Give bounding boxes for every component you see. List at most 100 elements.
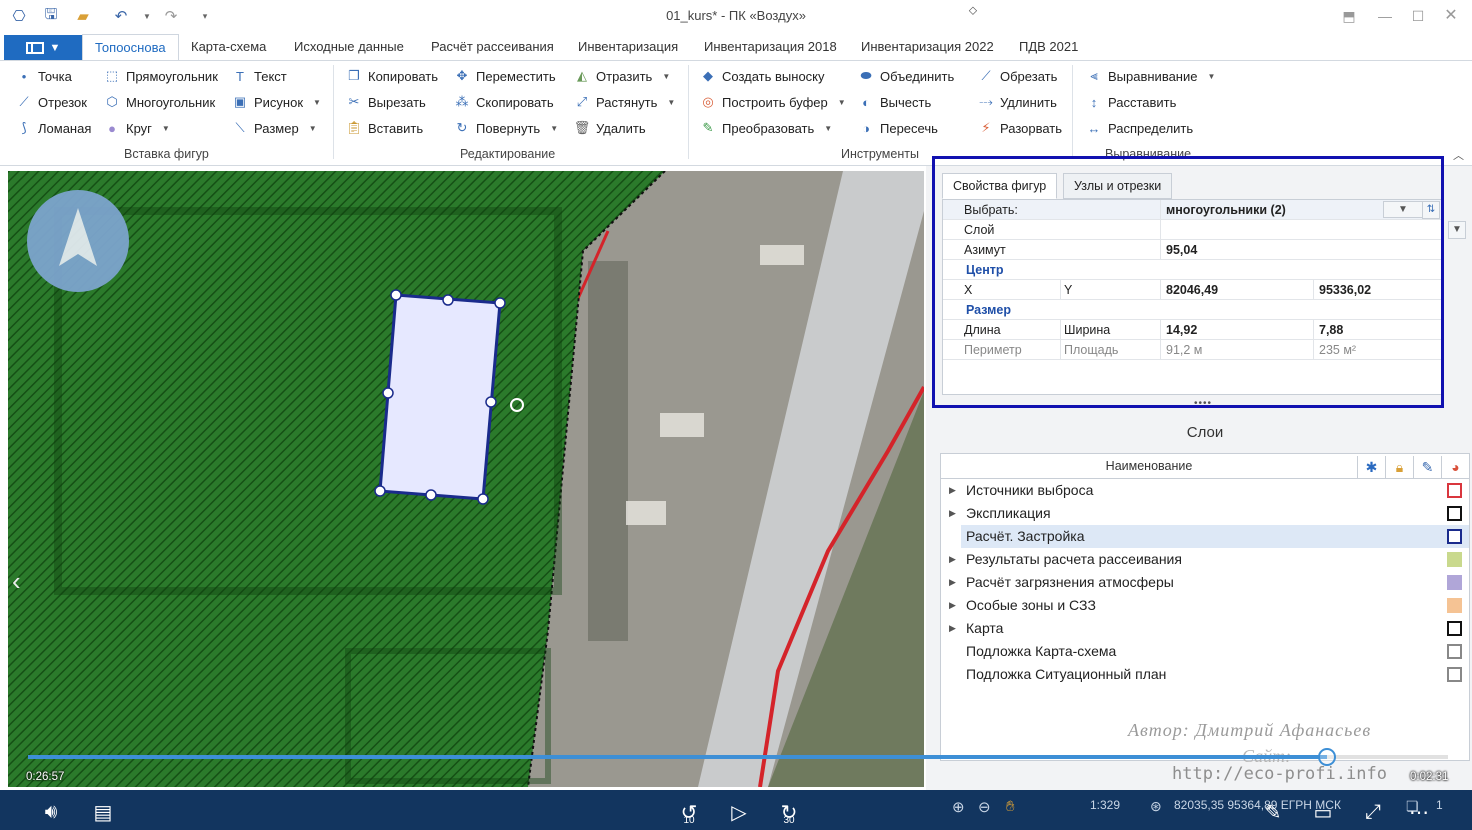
layer-color-swatch[interactable] <box>1447 483 1462 498</box>
play-icon[interactable]: ▷ <box>724 797 754 827</box>
break-button[interactable]: ⚡︎ Разорвать <box>978 117 1062 139</box>
subtract-button[interactable]: ◐ Вычесть <box>858 91 931 113</box>
chevron-left-icon[interactable]: ‹ <box>12 566 21 597</box>
move-label: Переместить <box>476 68 556 84</box>
rewind-icon[interactable]: ↺ 10 <box>674 797 704 827</box>
file-menu-button[interactable]: ▼ <box>4 35 82 60</box>
collapse-ribbon-icon[interactable]: ︿ <box>1453 147 1464 163</box>
intersect-button[interactable]: ◑ Пересечь <box>858 117 938 139</box>
delete-button[interactable]: 🗑︎ Удалить <box>574 117 646 139</box>
layer-row[interactable]: ▶ Особые зоны и СЗЗ <box>941 594 1469 617</box>
color-icon[interactable]: ◕ <box>1441 456 1469 478</box>
pen-icon[interactable]: ✎ <box>1258 797 1288 827</box>
chevron-down-icon[interactable]: ▼ <box>1448 221 1466 239</box>
layer-row[interactable]: ▶ Результаты расчета рассеивания <box>941 548 1469 571</box>
move-button[interactable]: ✥ Переместить <box>454 65 556 87</box>
tab-inventarizatsiya-2022[interactable]: Инвентаризация 2022 <box>861 39 994 54</box>
distribute-button[interactable]: ↔ Распределить <box>1086 117 1194 139</box>
tab-iskhodnye-dannye[interactable]: Исходные данные <box>294 39 404 54</box>
fullscreen-icon[interactable]: ⤢ <box>1358 797 1388 827</box>
minimize-icon[interactable]: — <box>1370 4 1400 28</box>
layer-color-swatch[interactable] <box>1447 621 1462 636</box>
union-button[interactable]: ⬬ Объединить <box>858 65 954 87</box>
callout-button[interactable]: ◆ Создать выноску <box>700 65 825 87</box>
tab-inventarizatsiya[interactable]: Инвентаризация <box>578 39 678 54</box>
arrange-button[interactable]: ↕ Расставить <box>1086 91 1177 113</box>
stretch-button[interactable]: ⤢ Растянуть ▼ <box>574 91 676 113</box>
extend-button[interactable]: ⤏ Удлинить <box>978 91 1057 113</box>
polygon-button[interactable]: ⬡ Многоугольник <box>104 91 215 113</box>
layer-color-swatch[interactable] <box>1447 598 1462 613</box>
trim-button[interactable]: ⟋ Обрезать <box>978 65 1057 87</box>
layer-color-swatch[interactable] <box>1447 644 1462 659</box>
layer-row[interactable]: ▶ Источники выброса <box>941 479 1469 502</box>
expand-icon[interactable]: ▶ <box>949 485 956 496</box>
tab-pdv-2021[interactable]: ПДВ 2021 <box>1019 39 1078 54</box>
visibility-icon[interactable]: ✱ <box>1357 456 1385 478</box>
map-scale[interactable]: 1:329 <box>1090 798 1120 812</box>
layer-color-swatch[interactable] <box>1447 667 1462 682</box>
edit-icon[interactable]: ✎ <box>1413 456 1441 478</box>
maximize-icon[interactable]: ☐ <box>1403 4 1433 28</box>
tab-toposnova[interactable]: Топооснова <box>82 34 179 61</box>
point-button[interactable]: • Точка <box>16 65 72 87</box>
zoom-in-icon[interactable]: ⊕ <box>952 798 965 816</box>
north-arrow-icon[interactable] <box>27 190 129 292</box>
rotate-button[interactable]: ↻ Повернуть ▼ <box>454 117 559 139</box>
subtract-label: Вычесть <box>880 94 932 110</box>
text-icon: T <box>236 68 244 84</box>
layer-row[interactable]: Подложка Ситуационный план <box>941 663 1469 686</box>
distribute-icon: ↔ <box>1087 120 1101 136</box>
tab-inventarizatsiya-2018[interactable]: Инвентаризация 2018 <box>704 39 837 54</box>
polyline-button[interactable]: ⟆ Ломаная <box>16 117 91 139</box>
selected-building-polygon[interactable] <box>378 293 502 501</box>
group-divider <box>333 65 334 159</box>
circle-button[interactable]: ● Круг ▼ <box>104 117 170 139</box>
layer-color-swatch[interactable] <box>1447 552 1462 567</box>
layer-row[interactable]: Подложка Карта-схема <box>941 640 1469 663</box>
copy-button[interactable]: ❐ Копировать <box>346 65 438 87</box>
buffer-button[interactable]: ◎ Построить буфер ▼ <box>700 91 845 113</box>
rectangle-button[interactable]: ⬚ Прямоугольник <box>104 65 218 87</box>
layers-name-column[interactable]: Наименование <box>941 459 1357 473</box>
expand-icon[interactable]: ▶ <box>949 600 956 611</box>
expand-icon[interactable]: ▶ <box>949 577 956 588</box>
picture-button[interactable]: ▣ Рисунок ▼ <box>232 91 321 113</box>
duplicate-button[interactable]: ⁂ Скопировать <box>454 91 554 113</box>
tab-karta-skhema[interactable]: Карта-схема <box>191 39 266 54</box>
layer-row[interactable]: ▶ Экспликация <box>941 502 1469 525</box>
stretch-label: Растянуть <box>596 94 658 110</box>
tab-raschet-rasseivaniya[interactable]: Расчёт рассеивания <box>431 39 554 54</box>
map-canvas[interactable]: ‹ <box>8 171 924 787</box>
segment-button[interactable]: ⟋ Отрезок <box>16 91 87 113</box>
picture-dropdown-icon: ▼ <box>313 97 321 107</box>
layer-color-swatch[interactable] <box>1447 575 1462 590</box>
pan-hand-icon[interactable]: ✋︎ <box>1006 798 1015 815</box>
more-options-icon[interactable]: ⋯ <box>1404 797 1434 827</box>
align-button[interactable]: ⫷ Выравнивание ▼ <box>1086 65 1215 87</box>
layer-row[interactable]: ▶ Расчёт загрязнения атмосферы <box>941 571 1469 594</box>
polyline-label: Ломаная <box>38 120 92 136</box>
size-button[interactable]: ⟍ Размер ▼ <box>232 117 316 139</box>
expand-icon[interactable]: ▶ <box>949 508 956 519</box>
cut-button[interactable]: ✂ Вырезать <box>346 91 426 113</box>
lock-icon[interactable]: 🔒︎ <box>1385 456 1413 478</box>
ribbon-options-icon[interactable]: ⬒ <box>1334 4 1364 28</box>
paste-button[interactable]: 📋︎ Вставить <box>346 117 423 139</box>
layer-color-swatch[interactable] <box>1447 506 1462 521</box>
panel-splitter[interactable]: •••• <box>1194 398 1212 409</box>
layer-row[interactable]: Расчёт. Застройка <box>961 525 1469 548</box>
mirror-button[interactable]: ◭ Отразить ▼ <box>574 65 670 87</box>
miniplayer-icon[interactable]: ▭ <box>1308 797 1338 827</box>
convert-button[interactable]: ✎ Преобразовать ▼ <box>700 117 833 139</box>
close-icon[interactable]: ✕ <box>1436 4 1466 28</box>
zoom-out-icon[interactable]: ⊖ <box>978 798 991 816</box>
captions-icon[interactable]: ▤ <box>88 797 118 827</box>
expand-icon[interactable]: ▶ <box>949 623 956 634</box>
volume-icon[interactable]: 🔊︎ <box>36 797 66 827</box>
text-button[interactable]: T Текст <box>232 65 287 87</box>
expand-icon[interactable]: ▶ <box>949 554 956 565</box>
layer-row[interactable]: ▶ Карта <box>941 617 1469 640</box>
forward-icon[interactable]: ↻ 30 <box>774 797 804 827</box>
layer-color-swatch[interactable] <box>1447 529 1462 544</box>
